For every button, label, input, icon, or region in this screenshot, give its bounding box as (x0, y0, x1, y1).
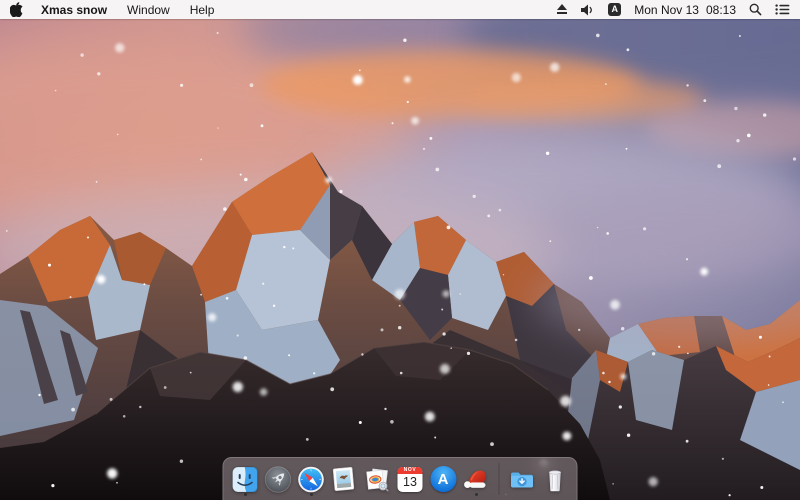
running-indicator (244, 493, 247, 496)
menu-bar-clock[interactable]: Mon Nov 13 08:13 (634, 0, 736, 19)
dock-xmas-snow[interactable] (463, 462, 490, 496)
calendar-day: 13 (398, 474, 423, 491)
dock-safari[interactable] (298, 462, 325, 496)
eject-icon (556, 4, 568, 15)
safari-icon (298, 466, 325, 493)
input-source-menu[interactable]: A (608, 0, 621, 19)
menu-bar-left: Xmas snow Window Help (0, 0, 224, 19)
santa-hat-icon (463, 466, 490, 493)
dock-calendar[interactable]: NOV 13 (397, 462, 424, 496)
dock-preview[interactable] (364, 462, 391, 496)
spotlight-menu[interactable] (749, 0, 762, 19)
menu-bar: Xmas snow Window Help A Mon Nov 13 0 (0, 0, 800, 19)
app-store-glyph: A (438, 471, 449, 488)
menu-item-window[interactable]: Window (117, 0, 180, 19)
spotlight-search-icon (749, 3, 762, 16)
desktop[interactable]: Xmas snow Window Help A Mon Nov 13 0 (0, 0, 800, 500)
calendar-month: NOV (398, 467, 423, 474)
downloads-folder-icon (509, 466, 536, 493)
mail-stamp-icon (331, 466, 358, 493)
notification-center-menu[interactable] (775, 0, 790, 19)
menu-item-app-name[interactable]: Xmas snow (31, 0, 117, 19)
apple-menu[interactable] (10, 0, 31, 19)
menu-item-help[interactable]: Help (180, 0, 225, 19)
dock-mail[interactable] (331, 462, 358, 496)
clock-time: 08:13 (706, 3, 736, 17)
notification-center-icon (775, 4, 790, 15)
dock-trash[interactable] (542, 462, 569, 496)
dock-downloads-folder[interactable] (509, 462, 536, 496)
dock-launchpad[interactable] (265, 462, 292, 496)
running-indicator (475, 493, 478, 496)
eject-menu[interactable] (556, 0, 568, 19)
wallpaper-image (0, 0, 800, 500)
menu-bar-right: A Mon Nov 13 08:13 (556, 0, 800, 19)
input-source-icon: A (608, 3, 621, 16)
volume-menu[interactable] (581, 0, 595, 19)
running-indicator (310, 493, 313, 496)
dock-separator (499, 463, 500, 495)
preview-icon (364, 466, 391, 493)
calendar-icon: NOV 13 (398, 467, 423, 492)
app-store-icon: A (430, 466, 456, 492)
volume-icon (581, 4, 595, 16)
clock-date: Mon Nov 13 (634, 3, 699, 17)
trash-icon (542, 466, 569, 493)
finder-icon (232, 466, 259, 493)
apple-logo-icon (10, 2, 23, 17)
dock-app-store[interactable]: A (430, 462, 457, 496)
dock: NOV 13 A (223, 457, 578, 500)
launchpad-icon (265, 466, 292, 493)
dock-finder[interactable] (232, 462, 259, 496)
